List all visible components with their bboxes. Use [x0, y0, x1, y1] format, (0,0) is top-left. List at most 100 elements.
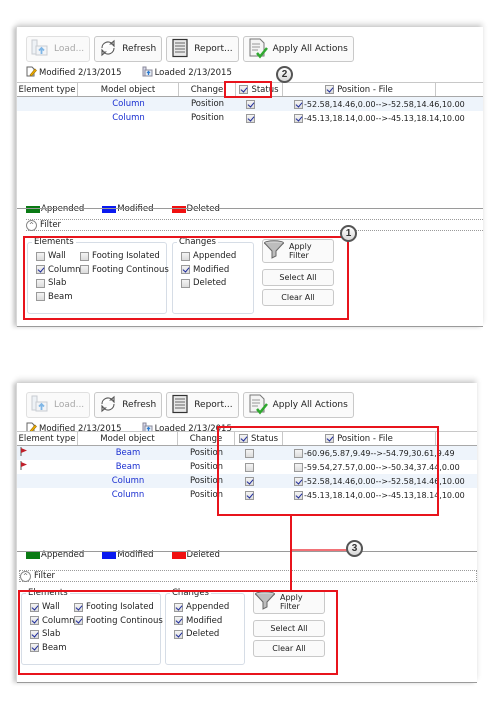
cell-model-object[interactable]: Column: [78, 488, 178, 502]
element-option-wall[interactable]: Wall: [30, 602, 60, 612]
column-header-model-object[interactable]: Model object: [78, 83, 179, 96]
cell-model-object[interactable]: Beam: [78, 446, 178, 460]
position-header-checkbox[interactable]: [325, 85, 335, 94]
change-option-appended[interactable]: Appended: [174, 602, 229, 612]
model-object-link[interactable]: Column: [112, 99, 145, 109]
model-object-link[interactable]: Beam: [116, 448, 141, 458]
model-object-link[interactable]: Column: [112, 476, 145, 486]
column-header-change[interactable]: Change: [179, 83, 236, 96]
refresh-button[interactable]: Refresh: [94, 36, 163, 62]
checkbox[interactable]: [36, 292, 45, 301]
column-header-element-type[interactable]: Element type: [17, 432, 78, 445]
model-object-link[interactable]: Column: [112, 490, 145, 500]
cell-model-object[interactable]: Column: [78, 111, 179, 125]
report-button[interactable]: Report...: [166, 392, 239, 418]
position-checkbox[interactable]: [294, 476, 303, 486]
status-checkbox[interactable]: [245, 476, 254, 486]
column-header-status[interactable]: Status: [236, 83, 283, 96]
status-header-checkbox[interactable]: [239, 85, 249, 94]
cell-model-object[interactable]: Column: [78, 474, 178, 488]
table-row[interactable]: Column Position -45.13,18.14,0.00-->-45.13…: [17, 111, 483, 125]
element-option-footing-isolated[interactable]: Footing Isolated: [74, 602, 154, 612]
load-button[interactable]: Load...: [26, 36, 91, 62]
table-row[interactable]: Beam Position -59.54,27.57,0.00-->-50.34,3…: [17, 460, 477, 474]
checkbox[interactable]: [74, 602, 83, 612]
element-option-beam[interactable]: Beam: [30, 643, 67, 653]
change-option-modified[interactable]: Modified: [181, 265, 229, 275]
checkbox[interactable]: [36, 251, 45, 261]
cell-model-object[interactable]: Column: [78, 97, 179, 111]
checkbox[interactable]: [181, 278, 190, 288]
position-checkbox[interactable]: [294, 462, 303, 472]
status-checkbox[interactable]: [245, 490, 254, 500]
element-option-column[interactable]: Column: [36, 265, 81, 275]
table-row[interactable]: Beam Position -60.96,5.87,9.49-->-54.79,30…: [17, 446, 477, 460]
clear-all-button[interactable]: Clear All: [253, 640, 325, 657]
checkbox[interactable]: [36, 278, 45, 288]
table-row[interactable]: Column Position -52.58,14.46,0.00-->-52.58…: [17, 97, 483, 111]
checkbox[interactable]: [174, 602, 183, 612]
column-header-model-object[interactable]: Model object: [78, 432, 178, 445]
option-label: Slab: [42, 629, 61, 639]
position-checkbox[interactable]: [294, 448, 303, 458]
change-option-deleted[interactable]: Deleted: [174, 629, 219, 639]
position-header-checkbox[interactable]: [325, 434, 335, 443]
select-all-button[interactable]: Select All: [262, 269, 334, 286]
change-option-modified[interactable]: Modified: [174, 616, 222, 626]
element-option-footing-continous[interactable]: Footing Continous: [80, 265, 169, 275]
apply-all-actions-button[interactable]: Apply All Actions: [242, 392, 354, 418]
element-option-footing-continous[interactable]: Footing Continous: [74, 616, 163, 626]
status-header-checkbox[interactable]: [238, 434, 248, 443]
refresh-button[interactable]: Refresh: [94, 392, 163, 418]
element-option-column[interactable]: Column: [30, 616, 75, 626]
apply-all-actions-button[interactable]: Apply All Actions: [242, 36, 354, 62]
checkbox[interactable]: [36, 265, 45, 274]
checkbox[interactable]: [80, 265, 89, 274]
column-header-change[interactable]: Change: [178, 432, 235, 445]
apply-filter-button[interactable]: Apply Filter: [253, 590, 325, 614]
checkbox[interactable]: [74, 616, 83, 625]
position-checkbox[interactable]: [294, 99, 303, 109]
position-checkbox[interactable]: [294, 113, 303, 123]
element-option-wall[interactable]: Wall: [36, 251, 66, 261]
element-option-slab[interactable]: Slab: [30, 629, 60, 639]
table-row[interactable]: Column Position -52.58,14.46,0.00-->-52.58…: [17, 474, 477, 488]
filter-expander[interactable]: ^ Filter: [19, 570, 477, 582]
load-label: Load...: [54, 44, 85, 54]
element-option-footing-isolated[interactable]: Footing Isolated: [80, 251, 160, 261]
apply-filter-button[interactable]: Apply Filter: [262, 239, 334, 263]
select-all-button[interactable]: Select All: [253, 620, 325, 637]
position-checkbox[interactable]: [294, 490, 303, 500]
status-checkbox[interactable]: [245, 462, 254, 472]
report-button[interactable]: Report...: [166, 36, 239, 62]
column-header-position-file[interactable]: Position - File: [283, 83, 436, 96]
checkbox[interactable]: [30, 643, 39, 652]
cell-model-object[interactable]: Beam: [78, 460, 178, 474]
checkbox[interactable]: [174, 616, 183, 625]
collapse-chevron-up-icon[interactable]: ^: [20, 570, 31, 582]
checkbox[interactable]: [181, 265, 190, 274]
collapse-chevron-up-icon[interactable]: ^: [26, 219, 37, 231]
status-checkbox[interactable]: [245, 448, 254, 458]
load-button[interactable]: Load...: [26, 392, 91, 418]
element-option-slab[interactable]: Slab: [36, 278, 66, 288]
change-option-appended[interactable]: Appended: [181, 251, 236, 261]
change-option-deleted[interactable]: Deleted: [181, 278, 226, 288]
model-object-link[interactable]: Column: [112, 113, 145, 123]
table-row[interactable]: Column Position -45.13,18.14,0.00-->-45.13…: [17, 488, 477, 502]
checkbox[interactable]: [174, 629, 183, 639]
element-option-beam[interactable]: Beam: [36, 292, 73, 302]
checkbox[interactable]: [30, 629, 39, 639]
filter-expander[interactable]: ^ Filter: [26, 219, 483, 231]
model-object-link[interactable]: Beam: [116, 462, 141, 472]
checkbox[interactable]: [30, 602, 39, 612]
clear-all-button[interactable]: Clear All: [262, 289, 334, 306]
status-checkbox[interactable]: [246, 113, 255, 123]
column-header-position-file[interactable]: Position - File: [283, 432, 436, 445]
column-header-status[interactable]: Status: [235, 432, 283, 445]
checkbox[interactable]: [30, 616, 39, 625]
status-checkbox[interactable]: [246, 99, 255, 109]
checkbox[interactable]: [181, 251, 190, 261]
checkbox[interactable]: [80, 251, 89, 261]
column-header-element-type[interactable]: Element type: [17, 83, 78, 96]
